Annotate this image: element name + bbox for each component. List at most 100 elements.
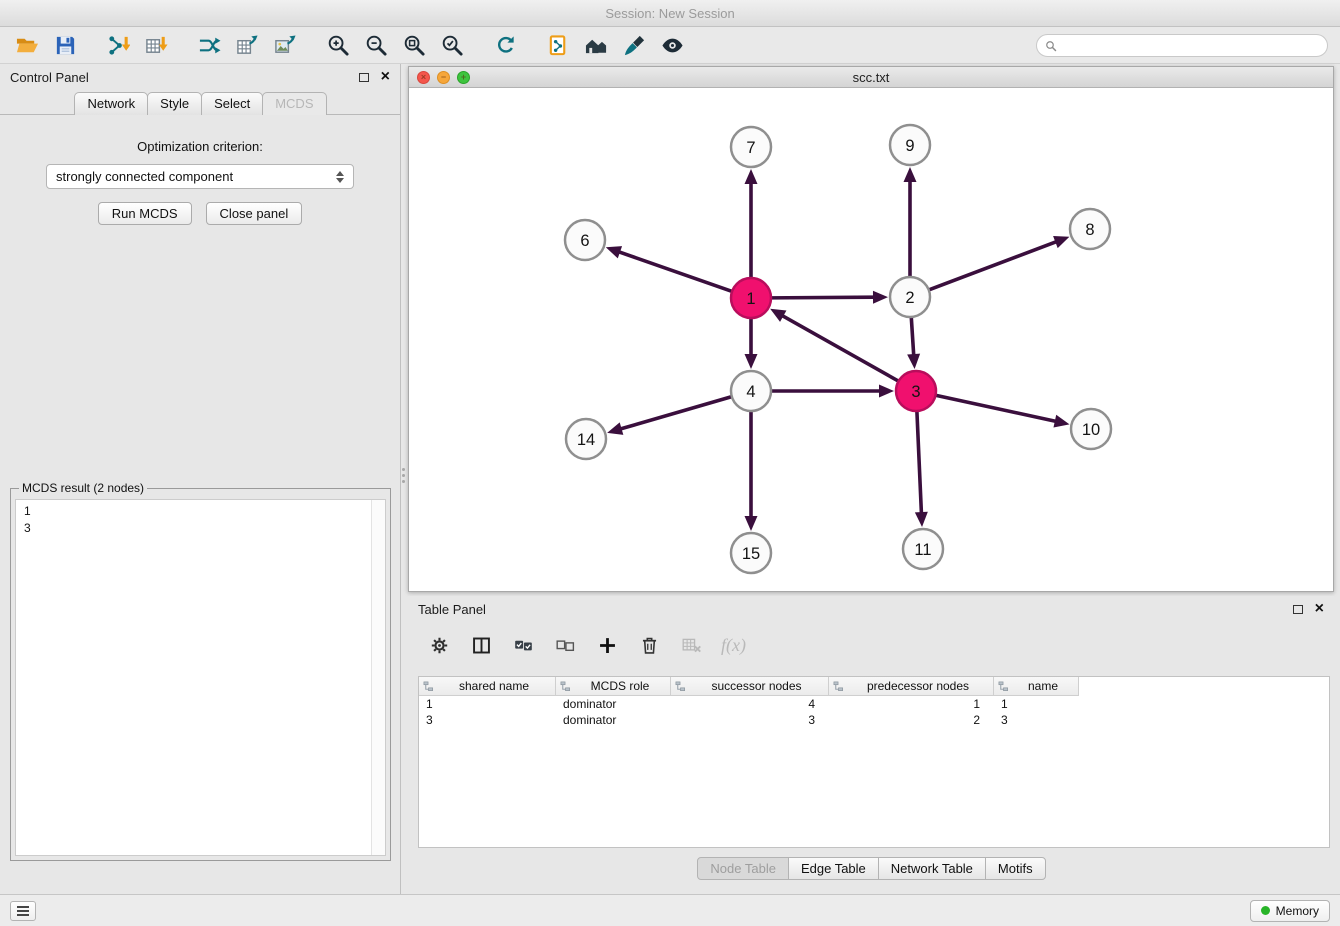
- table-cell[interactable]: 3: [994, 713, 1079, 727]
- graph-node-1[interactable]: 1: [731, 278, 771, 318]
- node-table: shared nameMCDS rolesuccessor nodesprede…: [418, 676, 1330, 848]
- zoom-fit-icon[interactable]: [395, 29, 433, 61]
- table-cell[interactable]: 3: [419, 713, 556, 727]
- graph-edge[interactable]: [745, 318, 758, 369]
- graph-node-4[interactable]: 4: [731, 371, 771, 411]
- maximize-window-icon[interactable]: +: [457, 71, 470, 84]
- graph-edge[interactable]: [929, 236, 1070, 290]
- network-window-titlebar: × − + scc.txt: [409, 67, 1333, 88]
- window-controls: × − +: [417, 71, 470, 84]
- import-table-icon[interactable]: [137, 29, 175, 61]
- tab-network-table[interactable]: Network Table: [878, 857, 986, 880]
- run-mcds-button[interactable]: Run MCDS: [98, 202, 192, 225]
- select-all-icon[interactable]: [510, 632, 537, 659]
- graph-node-14[interactable]: 14: [566, 419, 606, 459]
- style-brush-icon[interactable]: [615, 29, 653, 61]
- table-row[interactable]: 3dominator323: [419, 712, 1329, 728]
- tab-select[interactable]: Select: [201, 92, 263, 115]
- home-icon[interactable]: [577, 29, 615, 61]
- float-window-icon[interactable]: [1293, 605, 1303, 614]
- optimization-criterion-select[interactable]: strongly connected component: [46, 164, 354, 189]
- open-file-icon[interactable]: [8, 29, 46, 61]
- result-scrollbar[interactable]: [371, 500, 385, 855]
- svg-text:11: 11: [914, 541, 931, 559]
- add-row-icon[interactable]: [594, 632, 621, 659]
- svg-text:4: 4: [746, 383, 755, 401]
- control-panel-tabs: NetworkStyleSelectMCDS: [0, 92, 400, 115]
- export-table-icon[interactable]: [228, 29, 266, 61]
- deselect-all-icon[interactable]: [552, 632, 579, 659]
- search-box[interactable]: [1036, 34, 1328, 57]
- table-cell[interactable]: 1: [994, 697, 1079, 711]
- graph-node-8[interactable]: 8: [1070, 209, 1110, 249]
- panel-splitter[interactable]: [401, 64, 408, 894]
- table-cell[interactable]: 1: [829, 697, 994, 711]
- svg-text:1: 1: [746, 290, 755, 308]
- table-cell[interactable]: dominator: [556, 697, 671, 711]
- float-window-icon[interactable]: [359, 73, 369, 82]
- graph-node-7[interactable]: 7: [731, 127, 771, 167]
- graph-node-9[interactable]: 9: [890, 125, 930, 165]
- graph-edge[interactable]: [904, 167, 917, 277]
- splitter-grip-icon: [402, 468, 405, 483]
- graph-edge[interactable]: [606, 246, 732, 291]
- zoom-out-icon[interactable]: [357, 29, 395, 61]
- close-panel-icon[interactable]: ×: [381, 69, 390, 85]
- tab-network[interactable]: Network: [74, 92, 148, 115]
- column-header-shared-name[interactable]: shared name: [419, 677, 556, 696]
- column-header-predecessor-nodes[interactable]: predecessor nodes: [829, 677, 994, 696]
- table-cell[interactable]: 3: [671, 713, 829, 727]
- tab-mcds[interactable]: MCDS: [262, 92, 326, 115]
- show-hide-icon[interactable]: [653, 29, 691, 61]
- graph-node-11[interactable]: 11: [903, 529, 943, 569]
- graph-edge[interactable]: [771, 291, 888, 304]
- graph-node-3[interactable]: 3: [896, 371, 936, 411]
- graph-edge[interactable]: [936, 395, 1070, 427]
- graph-edge[interactable]: [915, 411, 928, 527]
- graph-node-15[interactable]: 15: [731, 533, 771, 573]
- share-document-icon[interactable]: [539, 29, 577, 61]
- graph-edge[interactable]: [745, 411, 758, 531]
- minimize-window-icon[interactable]: −: [437, 71, 450, 84]
- delete-table-icon: [678, 632, 705, 659]
- column-layout-icon[interactable]: [468, 632, 495, 659]
- graph-edge[interactable]: [907, 317, 920, 369]
- settings-gear-icon[interactable]: [426, 632, 453, 659]
- close-panel-button[interactable]: Close panel: [206, 202, 303, 225]
- table-cell[interactable]: dominator: [556, 713, 671, 727]
- export-network-icon[interactable]: [190, 29, 228, 61]
- column-header-successor-nodes[interactable]: successor nodes: [671, 677, 829, 696]
- table-cell[interactable]: 4: [671, 697, 829, 711]
- graph-edge[interactable]: [607, 397, 732, 435]
- zoom-selected-icon[interactable]: [433, 29, 471, 61]
- tab-node-table[interactable]: Node Table: [697, 857, 789, 880]
- import-network-icon[interactable]: [99, 29, 137, 61]
- save-session-icon[interactable]: [46, 29, 84, 61]
- memory-button[interactable]: Memory: [1250, 900, 1330, 922]
- table-header-row: shared nameMCDS rolesuccessor nodesprede…: [419, 677, 1329, 696]
- export-image-icon[interactable]: [266, 29, 304, 61]
- refresh-icon[interactable]: [486, 29, 524, 61]
- graph-node-2[interactable]: 2: [890, 277, 930, 317]
- status-bar: Memory: [0, 894, 1340, 926]
- table-cell[interactable]: 1: [419, 697, 556, 711]
- column-header-MCDS-role[interactable]: MCDS role: [556, 677, 671, 696]
- column-header-name[interactable]: name: [994, 677, 1079, 696]
- delete-row-icon[interactable]: [636, 632, 663, 659]
- status-list-icon[interactable]: [10, 901, 36, 921]
- tab-style[interactable]: Style: [147, 92, 202, 115]
- graph-node-10[interactable]: 10: [1071, 409, 1111, 449]
- close-window-icon[interactable]: ×: [417, 71, 430, 84]
- tab-motifs[interactable]: Motifs: [985, 857, 1046, 880]
- network-canvas[interactable]: 7 9 6 8 1 2 4 3 14 10 15 11: [409, 88, 1333, 591]
- graph-edge[interactable]: [771, 385, 894, 398]
- tab-edge-table[interactable]: Edge Table: [788, 857, 879, 880]
- graph-edge[interactable]: [745, 169, 758, 278]
- graph-node-6[interactable]: 6: [565, 220, 605, 260]
- close-panel-icon[interactable]: ×: [1315, 601, 1324, 617]
- zoom-in-icon[interactable]: [319, 29, 357, 61]
- search-input[interactable]: [1062, 39, 1319, 53]
- table-row[interactable]: 1dominator411: [419, 696, 1329, 712]
- graph-edge[interactable]: [770, 309, 898, 381]
- table-cell[interactable]: 2: [829, 713, 994, 727]
